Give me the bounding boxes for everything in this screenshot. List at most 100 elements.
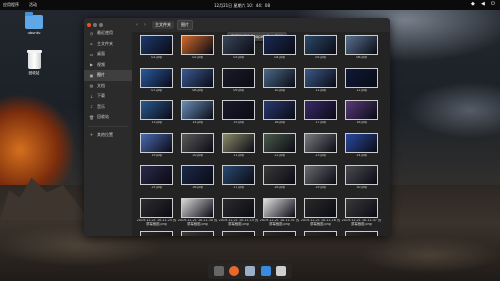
file-item[interactable]: 23.jpg xyxy=(300,132,341,164)
file-item[interactable]: 06.jpg xyxy=(341,35,382,66)
close-window-button[interactable] xyxy=(87,22,91,27)
file-thumbnail xyxy=(222,197,255,218)
file-item[interactable]: 26.jpg xyxy=(177,165,218,196)
forward-icon[interactable]: › xyxy=(144,22,149,28)
maximize-window-button[interactable] xyxy=(99,22,103,27)
file-item[interactable]: 22.jpg xyxy=(259,132,300,164)
sidebar-item-label: 其他位置 xyxy=(97,131,113,137)
breadcrumb-home[interactable]: 主文件夹 xyxy=(152,21,174,29)
file-item[interactable]: 09.jpg xyxy=(218,67,259,99)
file-item[interactable]: 11.jpg xyxy=(300,67,341,99)
folder-icon xyxy=(25,12,43,29)
file-name: 23.jpg xyxy=(315,153,326,157)
file-item[interactable] xyxy=(300,230,341,236)
file-item[interactable]: 24.jpg xyxy=(341,132,382,164)
file-item[interactable]: 15.jpg xyxy=(218,100,259,131)
file-item[interactable]: 13.jpg xyxy=(136,100,177,131)
sidebar-item-label: 图片 xyxy=(97,72,105,78)
file-item[interactable]: 2019-12-21 10-11-51 的屏幕截图.png xyxy=(259,197,300,229)
file-item[interactable]: 05.jpg xyxy=(300,35,341,66)
file-thumbnail xyxy=(140,230,173,236)
file-item[interactable]: 17.jpg xyxy=(300,100,341,131)
file-item[interactable]: 2019-12-21 10-11-47 的屏幕截图.png xyxy=(341,197,382,229)
file-name: 2019-12-21 10-11-14 的屏幕截图.png xyxy=(218,218,259,226)
clock[interactable]: 12月21日 星期六 10：44：08 xyxy=(214,3,270,9)
file-item[interactable]: 25.jpg xyxy=(136,165,177,196)
file-name: 12.jpg xyxy=(356,88,367,92)
sidebar-item-trash[interactable]: 🗑 回收站 xyxy=(84,112,132,123)
file-grid: 01.jpg 02.jpg 03.jpg 04.jpg 05.jpg 06.jpg 07.j… xyxy=(136,35,382,236)
file-item[interactable]: 01.jpg xyxy=(136,35,177,66)
network-icon: ◆ xyxy=(471,1,475,7)
sidebar-item-download[interactable]: ↓ 下载 xyxy=(84,91,132,102)
sidebar-item-video[interactable]: ▶ 视频 xyxy=(84,60,132,71)
sidebar-divider xyxy=(88,125,128,127)
file-item[interactable]: 02.jpg xyxy=(177,35,218,66)
file-name: 10.jpg xyxy=(274,88,285,92)
file-item[interactable]: 2019-12-21 10-11-14 的屏幕截图.png xyxy=(218,197,259,229)
back-icon[interactable]: ‹ xyxy=(136,22,141,28)
file-item[interactable]: 21.jpg xyxy=(218,132,259,164)
file-thumbnail xyxy=(222,100,255,121)
file-item[interactable]: 14.jpg xyxy=(177,100,218,131)
sidebar-item-clock[interactable]: ◷ 最近使用 xyxy=(84,28,132,39)
file-item[interactable]: 28.jpg xyxy=(259,165,300,196)
firefox-icon[interactable] xyxy=(229,266,240,276)
file-thumbnail xyxy=(304,67,337,88)
file-item[interactable]: 2019-12-21 10-11-24 的屏幕截图.png xyxy=(136,197,177,229)
breadcrumb-current[interactable]: 图片 xyxy=(177,20,193,30)
file-item[interactable] xyxy=(218,230,259,236)
file-item[interactable] xyxy=(341,230,382,236)
sidebar-item-desktop[interactable]: ▭ 桌面 xyxy=(84,49,132,60)
file-name: 07.jpg xyxy=(151,88,162,92)
file-item[interactable]: 2019-12-21 10-11-30 的屏幕截图.png xyxy=(177,197,218,229)
file-thumbnail xyxy=(263,132,296,153)
file-name: 14.jpg xyxy=(192,121,203,125)
document-icon: ▤ xyxy=(89,83,94,89)
sidebar-item-music[interactable]: ♪ 音乐 xyxy=(84,102,132,113)
file-item[interactable]: 19.jpg xyxy=(136,132,177,164)
file-item[interactable]: 08.jpg xyxy=(177,67,218,99)
app-store-icon[interactable] xyxy=(260,266,271,276)
desktop-home-folder[interactable]: ubuntu xyxy=(19,12,49,35)
file-thumbnail xyxy=(263,100,296,121)
activities-button[interactable]: 活动 xyxy=(29,2,37,8)
sidebar-item-label: 文档 xyxy=(97,82,105,88)
trash-icon: 🗑 xyxy=(89,114,95,120)
apps-menu[interactable]: 应用程序 xyxy=(3,2,19,8)
desktop-trash[interactable]: 回收站 xyxy=(19,50,49,76)
sidebar-item-home[interactable]: ⌂ 主文件夹 xyxy=(84,39,132,50)
file-thumbnail xyxy=(345,197,378,218)
file-item[interactable]: 18.jpg xyxy=(341,100,382,131)
file-item[interactable]: 10.jpg xyxy=(259,67,300,99)
file-name: 2019-12-21 10-11-30 的屏幕截图.png xyxy=(177,218,218,226)
file-item[interactable]: 20.jpg xyxy=(177,132,218,164)
sidebar-item-other-locations[interactable]: + 其他位置 xyxy=(84,130,132,141)
file-item[interactable]: 07.jpg xyxy=(136,67,177,99)
file-item[interactable] xyxy=(136,230,177,236)
file-name: 17.jpg xyxy=(315,121,326,125)
file-item[interactable] xyxy=(177,230,218,236)
file-item[interactable]: 04.jpg xyxy=(259,35,300,66)
system-tray[interactable]: ◆ ◀ ⏻ xyxy=(471,2,496,7)
file-name: 11.jpg xyxy=(315,88,326,92)
file-item[interactable]: 27.jpg xyxy=(218,165,259,196)
sidebar-item-image[interactable]: ▣ 图片 xyxy=(84,70,132,81)
file-item[interactable] xyxy=(259,230,300,236)
file-item[interactable]: 2019-12-21 10-11-16 的屏幕截图.png xyxy=(300,197,341,229)
file-item[interactable]: 29.jpg xyxy=(300,165,341,196)
camera-icon[interactable] xyxy=(276,266,287,276)
sidebar-item-document[interactable]: ▤ 文档 xyxy=(84,81,132,92)
minimize-window-button[interactable] xyxy=(93,22,97,27)
file-item[interactable]: 03.jpg xyxy=(218,35,259,66)
power-icon: ⏻ xyxy=(491,1,495,7)
app-grid-icon[interactable] xyxy=(213,266,224,276)
files-icon[interactable] xyxy=(244,266,255,276)
file-item[interactable]: 16.jpg xyxy=(259,100,300,131)
sidebar-item-label: 最近使用 xyxy=(97,30,113,36)
file-name: 13.jpg xyxy=(151,121,162,125)
file-item[interactable]: 30.jpg xyxy=(341,165,382,196)
file-name: 30.jpg xyxy=(356,186,367,190)
file-item[interactable]: 12.jpg xyxy=(341,67,382,99)
file-name: 2019-12-21 10-11-24 的屏幕截图.png xyxy=(136,218,177,226)
